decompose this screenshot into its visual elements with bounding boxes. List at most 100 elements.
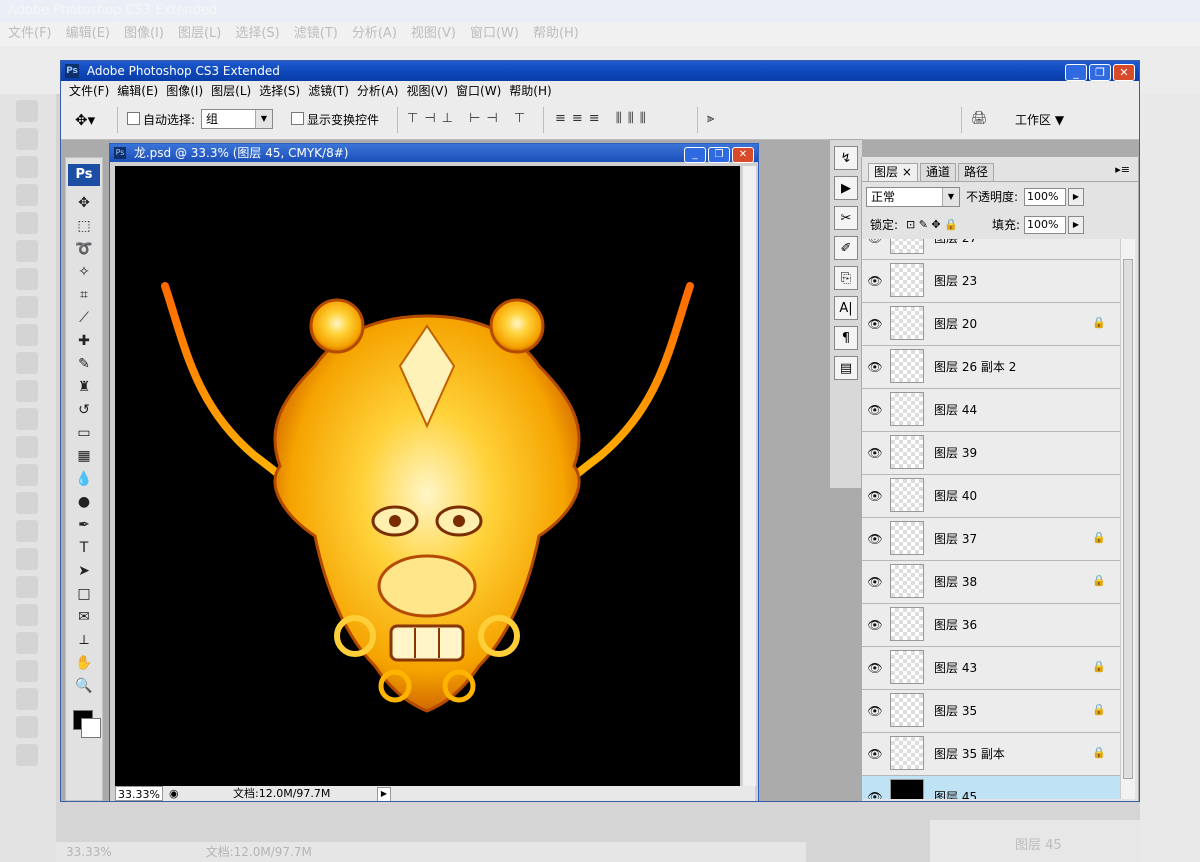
- menu-item[interactable]: 图像(I): [166, 81, 203, 101]
- eye-icon[interactable]: 👁: [866, 745, 884, 763]
- brush-tool-icon[interactable]: ✎: [66, 353, 102, 376]
- notes-tool-icon[interactable]: ✉: [66, 606, 102, 629]
- clone-source-icon[interactable]: ⎘: [834, 266, 858, 290]
- eye-icon[interactable]: 👁: [866, 702, 884, 720]
- character-panel-icon[interactable]: A|: [834, 296, 858, 320]
- eye-icon[interactable]: 👁: [866, 616, 884, 634]
- show-transform-checkbox[interactable]: 显示变换控件: [291, 111, 379, 129]
- layers-scrollbar[interactable]: [1120, 239, 1135, 799]
- eye-icon[interactable]: 👁: [866, 444, 884, 462]
- tab-channels[interactable]: 通道: [920, 163, 957, 181]
- brushes-panel-icon[interactable]: ✐: [834, 236, 858, 260]
- doc-restore-button[interactable]: ❐: [708, 147, 730, 163]
- zoom-tool-icon[interactable]: 🔍: [66, 675, 102, 698]
- minimize-button[interactable]: _: [1065, 64, 1087, 81]
- dodge-tool-icon[interactable]: ●: [66, 491, 102, 514]
- path-selection-icon[interactable]: ➤: [66, 560, 102, 583]
- zoom-field[interactable]: 33.33%: [115, 786, 163, 801]
- distribute-buttons[interactable]: ≡≡≡ ⫼⫼⫼: [555, 111, 652, 126]
- layer-row[interactable]: 👁 图层 20 🔒: [862, 303, 1120, 346]
- eye-icon[interactable]: 👁: [866, 315, 884, 333]
- marquee-tool-icon[interactable]: ⬚: [66, 215, 102, 238]
- canvas-vertical-scrollbar[interactable]: [742, 166, 756, 786]
- layer-row[interactable]: 👁 图层 44: [862, 389, 1120, 432]
- move-tool-icon[interactable]: ✥: [66, 192, 102, 215]
- history-panel-icon[interactable]: ↯: [834, 146, 858, 170]
- document-titlebar[interactable]: Ps 龙.psd @ 33.3% (图层 45, CMYK/8#) _ ❐ ✕: [110, 144, 758, 163]
- layer-row[interactable]: 👁 图层 43 🔒: [862, 647, 1120, 690]
- file-browser-icon[interactable]: 🖨: [971, 111, 994, 126]
- menu-item[interactable]: 窗口(W): [456, 81, 501, 101]
- blur-tool-icon[interactable]: 💧: [66, 468, 102, 491]
- eyedropper-tool-icon[interactable]: ⟂: [66, 629, 102, 652]
- menu-item[interactable]: 图层(L): [211, 81, 251, 101]
- type-tool-icon[interactable]: T: [66, 537, 102, 560]
- menu-item[interactable]: 帮助(H): [509, 81, 551, 101]
- restore-button[interactable]: ❐: [1089, 64, 1111, 81]
- align-buttons[interactable]: ⊤⊣⊥ ⊢⊣ ⊤: [407, 111, 531, 126]
- eye-icon[interactable]: 👁: [866, 272, 884, 290]
- background-color-swatch[interactable]: [81, 718, 101, 738]
- auto-select-checkbox[interactable]: 自动选择:: [127, 111, 195, 129]
- window-titlebar[interactable]: Ps Adobe Photoshop CS3 Extended _ ❐ ✕: [61, 61, 1139, 81]
- menu-item[interactable]: 滤镜(T): [308, 81, 349, 101]
- fill-slider-button[interactable]: ▶: [1068, 216, 1084, 234]
- doc-close-button[interactable]: ✕: [732, 147, 754, 163]
- layer-row[interactable]: 👁 图层 37 🔒: [862, 518, 1120, 561]
- healing-brush-icon[interactable]: ✚: [66, 330, 102, 353]
- layers-scrollbar-thumb[interactable]: [1123, 259, 1133, 779]
- history-brush-icon[interactable]: ↺: [66, 399, 102, 422]
- layer-row[interactable]: 👁 图层 23: [862, 260, 1120, 303]
- lock-icons[interactable]: ⊡ ✎ ✥ 🔒: [906, 215, 958, 235]
- menu-item[interactable]: 编辑(E): [117, 81, 158, 101]
- eye-icon[interactable]: 👁: [866, 788, 884, 799]
- menu-item[interactable]: 分析(A): [357, 81, 399, 101]
- clone-stamp-icon[interactable]: ♜: [66, 376, 102, 399]
- layer-row[interactable]: 👁 图层 45: [862, 776, 1120, 799]
- menu-item[interactable]: 选择(S): [259, 81, 300, 101]
- pen-tool-icon[interactable]: ✒: [66, 514, 102, 537]
- auto-align-icon[interactable]: ⫸: [707, 111, 720, 126]
- layer-row[interactable]: 👁 图层 40: [862, 475, 1120, 518]
- layer-row[interactable]: 👁 图层 35 🔒: [862, 690, 1120, 733]
- eye-icon[interactable]: 👁: [866, 239, 884, 247]
- opacity-slider-button[interactable]: ▶: [1068, 188, 1084, 206]
- panel-menu-icon[interactable]: ▸≡: [1115, 163, 1130, 176]
- layer-row[interactable]: 👁 图层 36: [862, 604, 1120, 647]
- canvas[interactable]: [115, 166, 740, 786]
- shape-tool-icon[interactable]: □: [66, 583, 102, 606]
- status-menu-icon[interactable]: ◉: [169, 786, 179, 801]
- move-tool-preset-icon[interactable]: ✥▾: [75, 111, 95, 129]
- blend-mode-dropdown[interactable]: 正常 ▼: [866, 187, 960, 207]
- eye-icon[interactable]: 👁: [866, 659, 884, 677]
- eye-icon[interactable]: 👁: [866, 401, 884, 419]
- menu-item[interactable]: 视图(V): [406, 81, 448, 101]
- slice-tool-icon[interactable]: ⟋: [66, 307, 102, 330]
- lasso-tool-icon[interactable]: ➰: [66, 238, 102, 261]
- layer-row[interactable]: 👁 图层 35 副本 🔒: [862, 733, 1120, 776]
- tool-presets-icon[interactable]: ✂: [834, 206, 858, 230]
- layer-row[interactable]: 👁 图层 38 🔒: [862, 561, 1120, 604]
- tab-layers[interactable]: 图层 ×: [868, 163, 918, 181]
- auto-select-dropdown[interactable]: 组 ▼: [201, 109, 273, 129]
- layer-row[interactable]: 👁 图层 26 副本 2: [862, 346, 1120, 389]
- paragraph-panel-icon[interactable]: ¶: [834, 326, 858, 350]
- crop-tool-icon[interactable]: ⌗: [66, 284, 102, 307]
- eye-icon[interactable]: 👁: [866, 573, 884, 591]
- status-arrow-button[interactable]: ▶: [377, 787, 391, 801]
- hand-tool-icon[interactable]: ✋: [66, 652, 102, 675]
- actions-panel-icon[interactable]: ▶: [834, 176, 858, 200]
- layer-row[interactable]: 👁 图层 27: [862, 239, 1120, 260]
- workspace-button[interactable]: 工作区 ▼: [1015, 111, 1064, 129]
- eye-icon[interactable]: 👁: [866, 487, 884, 505]
- magic-wand-tool-icon[interactable]: ✧: [66, 261, 102, 284]
- color-swatches[interactable]: [66, 698, 102, 738]
- doc-minimize-button[interactable]: _: [684, 147, 706, 163]
- gradient-tool-icon[interactable]: ▦: [66, 445, 102, 468]
- layer-comps-icon[interactable]: ▤: [834, 356, 858, 380]
- fill-field[interactable]: 100%: [1024, 216, 1066, 234]
- eye-icon[interactable]: 👁: [866, 358, 884, 376]
- opacity-field[interactable]: 100%: [1024, 188, 1066, 206]
- close-icon[interactable]: ×: [902, 165, 912, 179]
- layer-row[interactable]: 👁 图层 39: [862, 432, 1120, 475]
